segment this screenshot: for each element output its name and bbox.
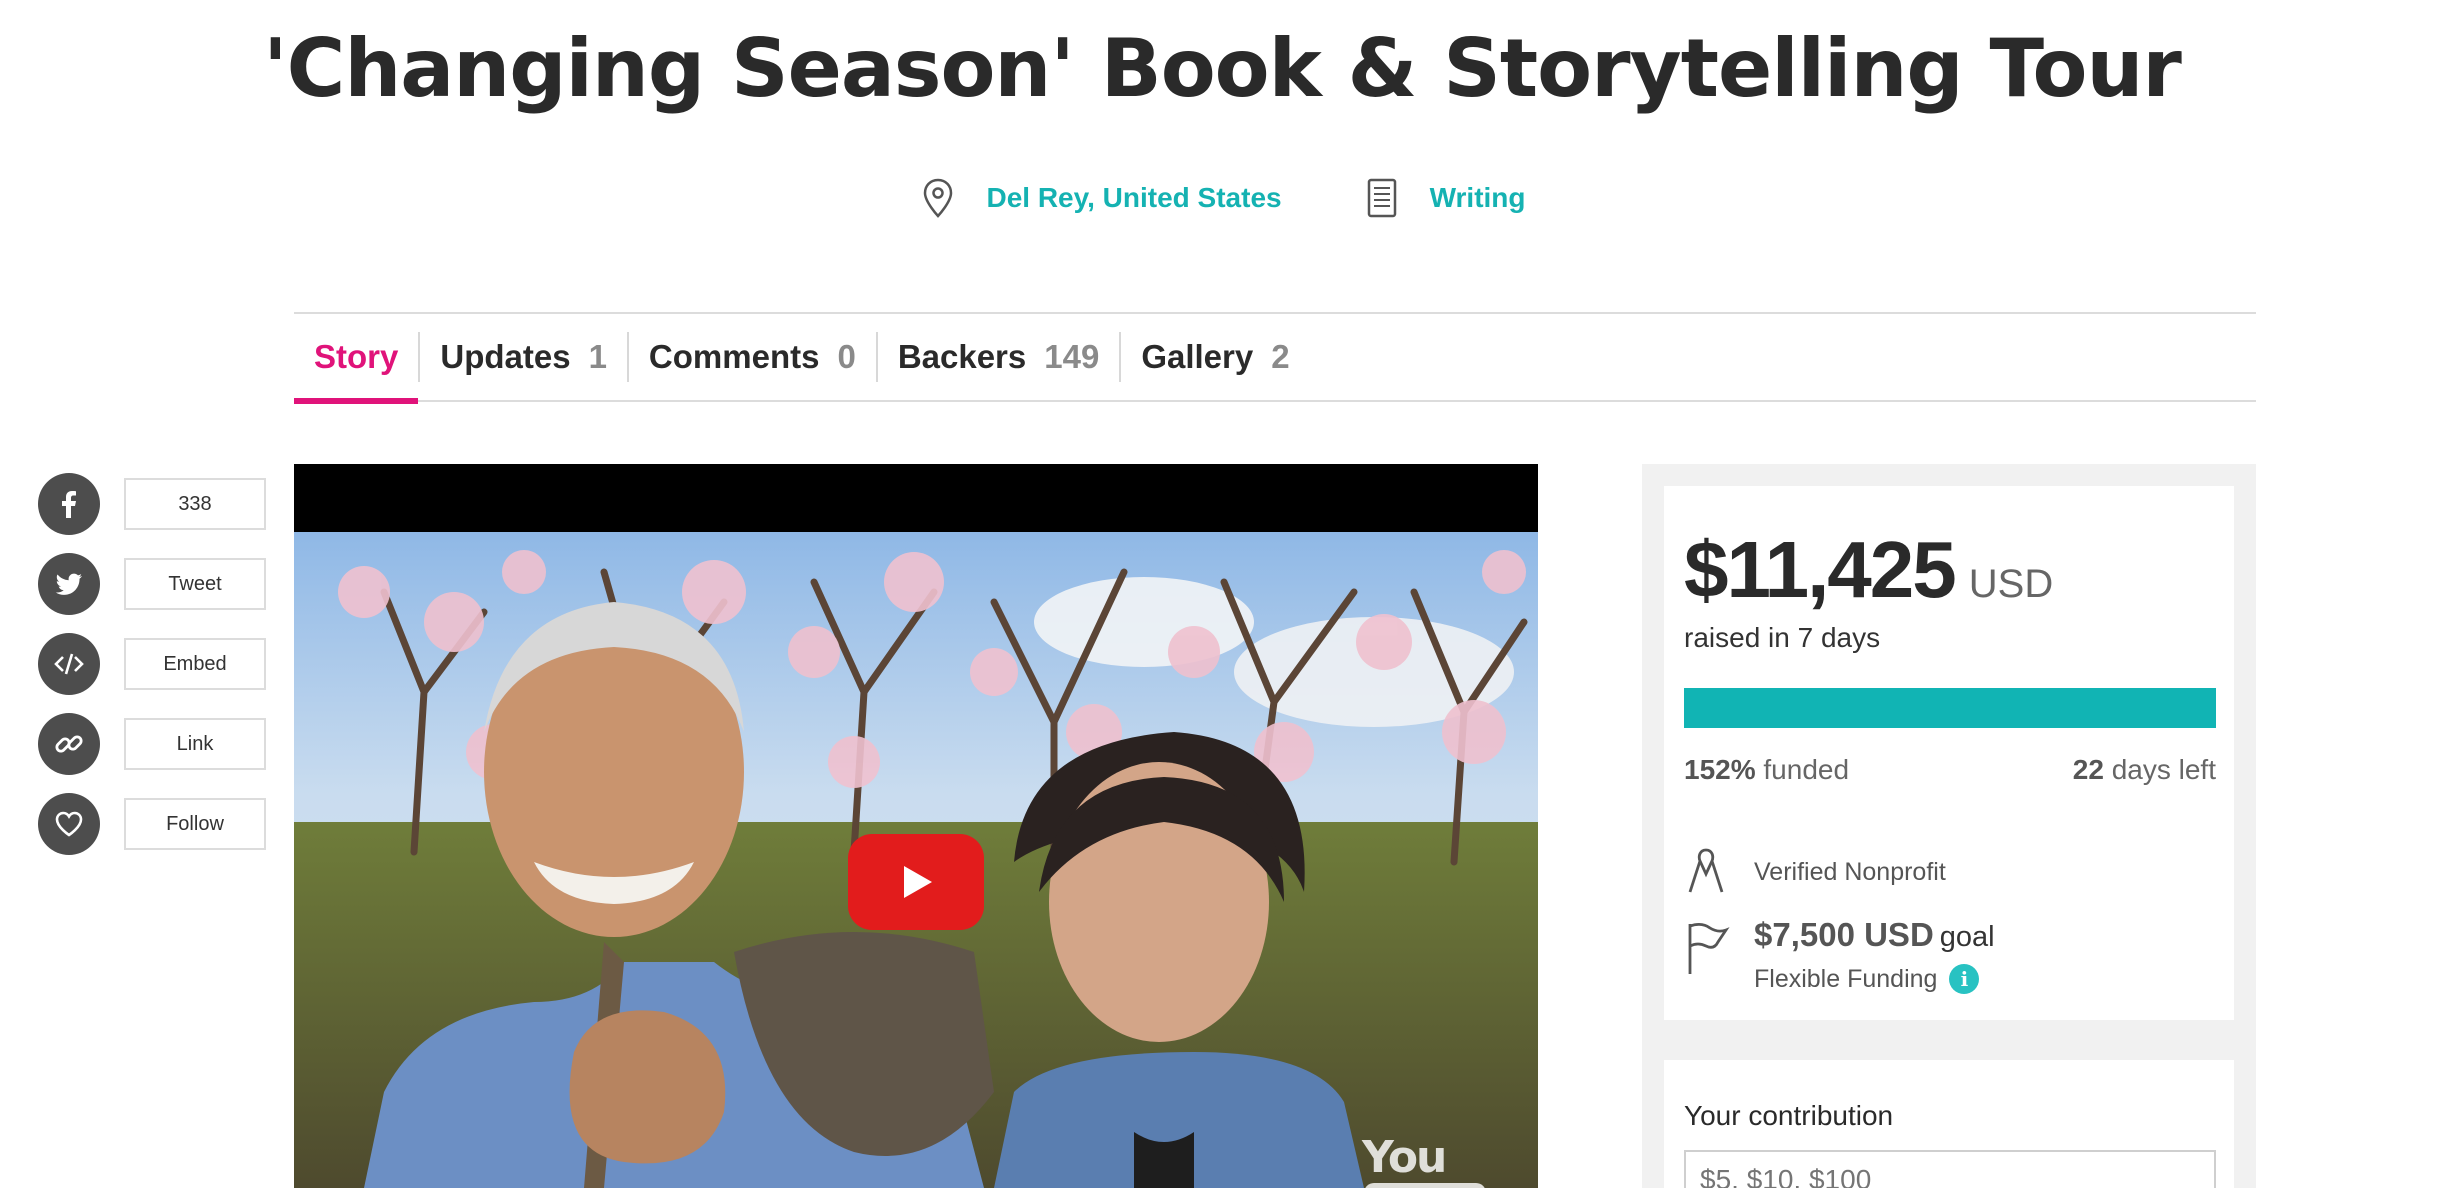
campaign-video[interactable]: YouTube <box>294 464 1538 1188</box>
goal-amount: $7,500 USD goal <box>1754 916 1995 954</box>
play-icon <box>904 866 932 898</box>
flexible-funding: Flexible Funding i <box>1754 964 1995 994</box>
tab-label: Comments <box>648 338 820 375</box>
funded-label: funded <box>1763 754 1850 785</box>
goal-value: $7,500 USD <box>1754 916 1934 953</box>
flexible-funding-label: Flexible Funding <box>1754 964 1938 993</box>
days-left-value: 22 <box>2072 754 2104 785</box>
location-link[interactable]: Del Rey, United States <box>986 182 1281 214</box>
share-facebook[interactable]: 338 <box>38 464 266 544</box>
contribution-label: Your contribution <box>1684 1100 1894 1131</box>
raised-currency: USD <box>1968 562 2054 606</box>
link-icon[interactable] <box>38 713 100 775</box>
follow-button[interactable]: Follow <box>124 798 266 850</box>
share-twitter[interactable]: Tweet <box>38 544 266 624</box>
youtube-logo[interactable]: YouTube <box>1362 1132 1538 1188</box>
tab-backers[interactable]: Backers 149 <box>878 314 1120 400</box>
progress-bar <box>1684 688 2216 728</box>
campaign-tabs: Story Updates 1 Comments 0 Backers 149 G… <box>294 312 2256 404</box>
tab-updates[interactable]: Updates 1 <box>420 314 627 400</box>
category-link[interactable]: Writing <box>1430 182 1526 214</box>
facebook-count[interactable]: 338 <box>124 478 266 530</box>
raised-amount: $11,425 USD <box>1684 524 2053 616</box>
funded-value: 152% <box>1684 754 1756 785</box>
tab-count: 149 <box>1044 338 1100 375</box>
progress-fill <box>1684 688 2216 728</box>
tweet-button[interactable]: Tweet <box>124 558 266 610</box>
embed-button[interactable]: Embed <box>124 638 266 690</box>
twitter-icon[interactable] <box>38 553 100 615</box>
share-bar: 338 Tweet Embed Link Follow <box>38 464 266 864</box>
contribution-card: Your contribution <box>1664 1060 2234 1188</box>
contribution-input[interactable] <box>1684 1150 2216 1188</box>
tab-label: Updates <box>440 338 571 375</box>
tab-gallery[interactable]: Gallery 2 <box>1121 314 1309 400</box>
ribbon-icon <box>1688 848 1724 893</box>
document-icon <box>1367 178 1396 218</box>
funded-percent: 152% funded <box>1684 754 1849 786</box>
tab-count: 0 <box>837 338 856 375</box>
tab-comments[interactable]: Comments 0 <box>629 314 876 400</box>
share-embed[interactable]: Embed <box>38 624 266 704</box>
link-button[interactable]: Link <box>124 718 266 770</box>
funding-goal: $7,500 USD goal Flexible Funding i <box>1684 916 1995 994</box>
tab-count: 2 <box>1271 338 1290 375</box>
tab-story[interactable]: Story <box>294 314 419 404</box>
goal-label: goal <box>1939 921 1995 953</box>
days-left: 22 days left <box>2073 754 2216 786</box>
play-button[interactable] <box>848 834 984 930</box>
tab-label: Backers <box>897 338 1027 375</box>
campaign-title: 'Changing Season' Book & Storytelling To… <box>263 22 2182 115</box>
flag-icon <box>1688 923 1730 974</box>
raised-duration: raised in 7 days <box>1684 622 1881 653</box>
tab-count: 1 <box>588 338 607 375</box>
days-left-label: days left <box>2111 754 2216 785</box>
heart-icon[interactable] <box>38 793 100 855</box>
share-follow[interactable]: Follow <box>38 784 266 864</box>
raised-value: $11,425 <box>1684 525 1957 614</box>
funding-sidebar: $11,425 USD raised in 7 days 152% funded… <box>1642 464 2256 1188</box>
facebook-icon[interactable] <box>38 473 100 535</box>
category-item[interactable]: Writing <box>1362 176 1526 220</box>
verified-nonprofit: Verified Nonprofit <box>1684 846 1946 898</box>
tab-label: Story <box>314 338 399 375</box>
location-pin-icon <box>924 178 953 218</box>
share-link[interactable]: Link <box>38 704 266 784</box>
info-icon[interactable]: i <box>1949 964 1980 994</box>
verified-label: Verified Nonprofit <box>1754 857 1946 886</box>
campaign-meta: Del Rey, United States Writing <box>0 176 2444 220</box>
tab-label: Gallery <box>1141 338 1254 375</box>
embed-icon[interactable] <box>38 633 100 695</box>
funding-card: $11,425 USD raised in 7 days 152% funded… <box>1664 486 2234 1020</box>
location-item[interactable]: Del Rey, United States <box>918 176 1282 220</box>
